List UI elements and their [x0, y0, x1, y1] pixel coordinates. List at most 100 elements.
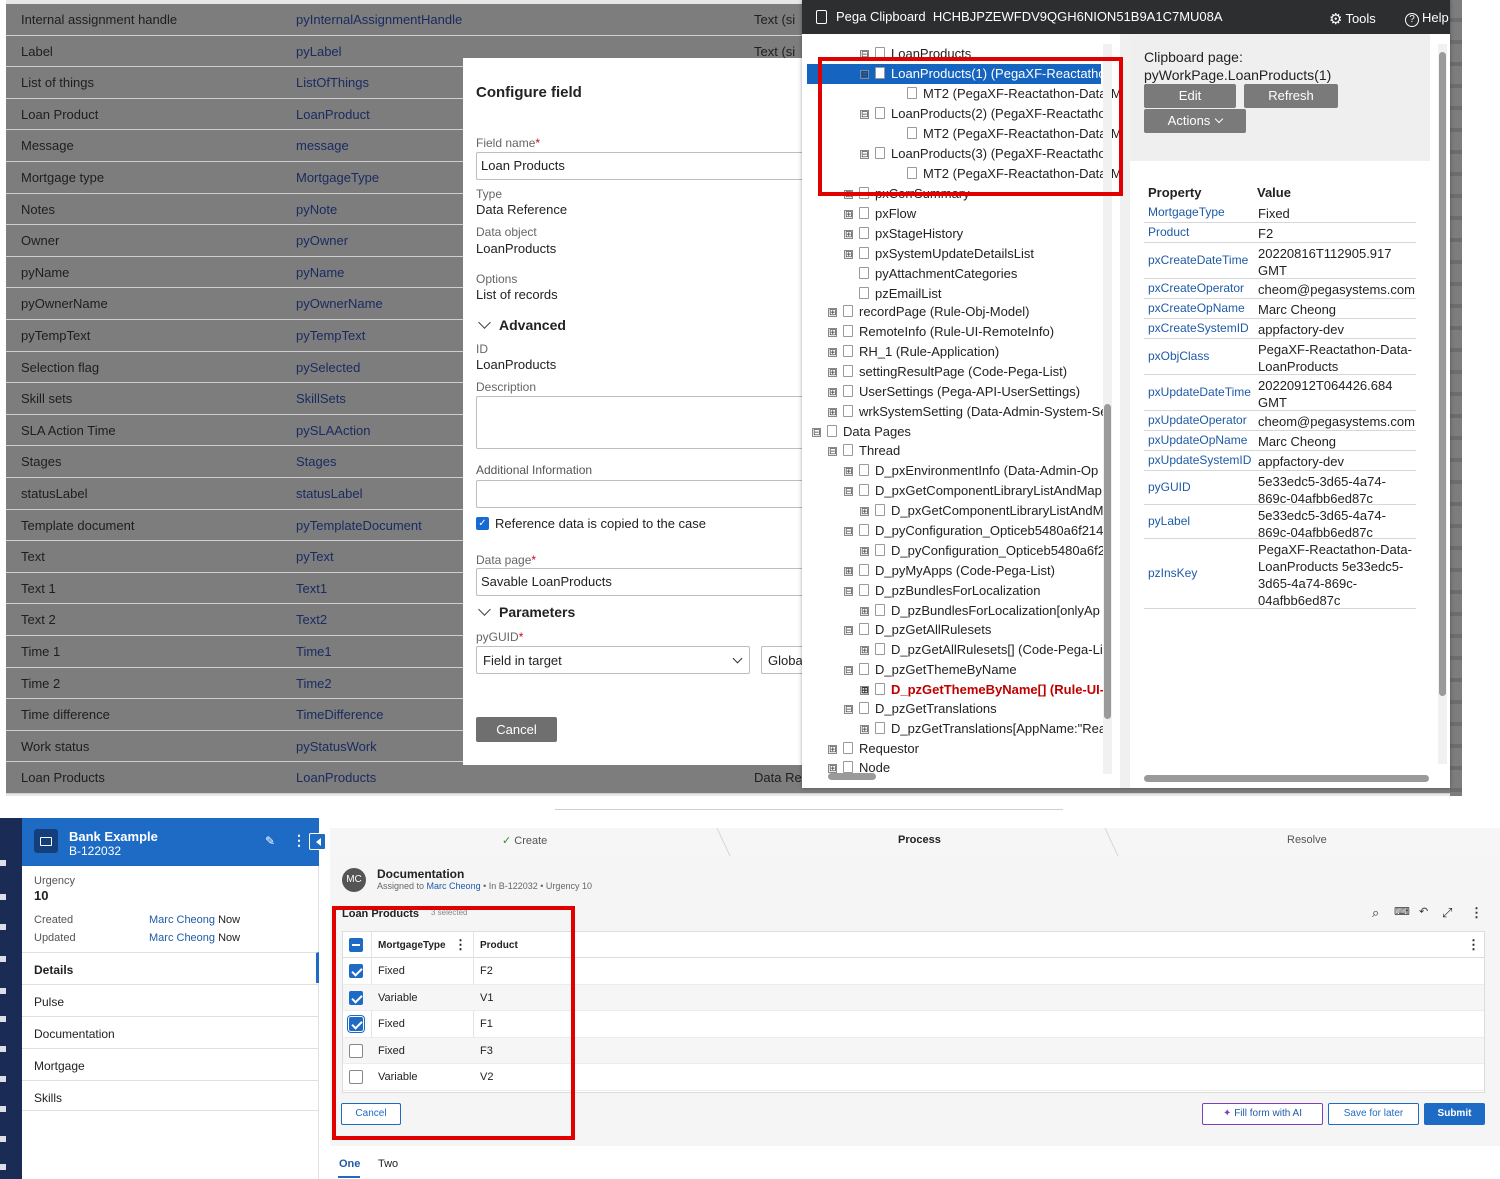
additional-info-input[interactable] [476, 480, 808, 508]
property-key-link[interactable]: Product [1148, 225, 1189, 239]
property-key-link[interactable]: pzInsKey [1148, 566, 1197, 580]
expand-toggle-icon[interactable]: ⊟ [844, 666, 853, 675]
nav-rail-icon[interactable] [0, 988, 6, 994]
field-id-link[interactable]: pyLabel [296, 44, 342, 59]
field-name-input[interactable]: Loan Products [476, 152, 808, 180]
field-id-link[interactable]: pySLAAction [296, 423, 370, 438]
nav-rail-icon[interactable] [0, 956, 6, 962]
assignee-link[interactable]: Marc Cheong [427, 881, 481, 891]
grid-icon[interactable] [0, 1106, 6, 1112]
reference-copied-checkbox[interactable]: ✓ [476, 517, 489, 530]
tree-node[interactable]: ⊟ D_pxGetComponentLibraryListAndMap [844, 481, 1102, 501]
tree-node[interactable]: ⊞ RemoteInfo (Rule-UI-RemoteInfo) [828, 322, 1054, 342]
property-key-link[interactable]: pxUpdateSystemID [1148, 453, 1251, 467]
nav-rail-icon[interactable] [0, 860, 6, 866]
nav-rail-icon[interactable] [0, 894, 6, 900]
expand-toggle-icon[interactable]: ⊞ [828, 308, 837, 317]
edit-button[interactable]: Edit [1144, 84, 1236, 108]
nav-documentation[interactable]: Documentation [22, 1016, 319, 1047]
field-id-link[interactable]: MortgageType [296, 170, 379, 185]
tree-node[interactable]: ⊞ pxSystemUpdateDetailsList [844, 244, 1034, 264]
field-id-link[interactable]: Time1 [296, 644, 332, 659]
home-icon[interactable] [0, 1016, 6, 1022]
field-id-link[interactable]: statusLabel [296, 486, 363, 501]
field-id-link[interactable]: pyStatusWork [296, 739, 377, 754]
pyguid-select[interactable]: Field in target [476, 646, 750, 674]
nav-skills[interactable]: Skills [22, 1080, 319, 1111]
tree-node[interactable]: pyAttachmentCategories [844, 264, 1017, 284]
search-icon[interactable]: ⌕ [1372, 905, 1379, 921]
tree-node[interactable]: ⊞ pxStageHistory [844, 224, 963, 244]
expand-toggle-icon[interactable]: ⊞ [844, 230, 853, 239]
tree-node[interactable]: ⊞ D_pzGetThemeByName[] (Rule-UI- [860, 680, 1104, 700]
tree-node[interactable]: ⊟ D_pzGetTranslations [844, 699, 997, 719]
global-select[interactable]: Globa [761, 646, 808, 674]
tree-node[interactable]: ⊞ wrkSystemSetting (Data-Admin-System-Se [828, 402, 1108, 422]
property-key-link[interactable]: MortgageType [1148, 205, 1225, 219]
parameters-section-toggle[interactable]: Parameters [476, 603, 575, 620]
tree-node[interactable]: ⊞ D_pxEnvironmentInfo (Data-Admin-Op [844, 461, 1098, 481]
tree-node[interactable]: ⊞ recordPage (Rule-Obj-Model) [828, 302, 1030, 322]
stage-resolve[interactable]: Resolve [1287, 834, 1327, 846]
tree-node[interactable]: ⊟ D_pyConfiguration_Opticeb5480a6f214 [844, 521, 1103, 541]
field-id-link[interactable]: pyOwner [296, 233, 348, 248]
expand-toggle-icon[interactable]: ⊞ [828, 328, 837, 337]
search-icon[interactable] [0, 1076, 6, 1082]
field-id-link[interactable]: TimeDifference [296, 707, 383, 722]
expand-toggle-icon[interactable]: ⊞ [844, 567, 853, 576]
expand-toggle-icon[interactable]: ⊞ [828, 408, 837, 417]
tree-node[interactable]: ⊞ Requestor [828, 739, 919, 759]
tab-one[interactable]: One [339, 1158, 360, 1170]
props-scroll-thumb[interactable] [1439, 52, 1446, 696]
property-key-link[interactable]: pxCreateSystemID [1148, 321, 1249, 335]
keyboard-icon[interactable]: ⌨ [1394, 905, 1410, 918]
submit-button[interactable]: Submit [1424, 1103, 1485, 1125]
stage-create[interactable]: ✓ Create [502, 834, 547, 847]
tree-scroll-thumb[interactable] [1104, 404, 1111, 719]
tree-node[interactable]: ⊞ RH_1 (Rule-Application) [828, 342, 999, 362]
tree-node[interactable]: ⊟ D_pzBundlesForLocalization [844, 581, 1040, 601]
expand-toggle-icon[interactable]: ⊟ [844, 487, 853, 496]
tools-menu[interactable]: ⚙ Tools [1329, 10, 1376, 28]
tree-hscroll-thumb[interactable] [828, 773, 876, 780]
field-id-link[interactable]: ListOfThings [296, 75, 369, 90]
stage-process[interactable]: Process [898, 834, 941, 846]
expand-toggle-icon[interactable]: ⊞ [860, 547, 869, 556]
cancel-button[interactable]: Cancel [476, 717, 557, 742]
field-id-link[interactable]: LoanProducts [296, 770, 376, 785]
property-key-link[interactable]: pyGUID [1148, 480, 1191, 494]
help-menu[interactable]: ? Help [1405, 10, 1449, 27]
expand-toggle-icon[interactable]: ⊞ [828, 764, 837, 773]
expand-toggle-icon[interactable]: ⊞ [860, 507, 869, 516]
expand-toggle-icon[interactable]: ⊟ [828, 447, 837, 456]
advanced-section-toggle[interactable]: Advanced [476, 316, 566, 333]
expand-icon[interactable]: ⤢ [1442, 905, 1452, 921]
tree-node[interactable]: ⊞ D_pyMyApps (Code-Pega-List) [844, 561, 1055, 581]
expand-toggle-icon[interactable]: ⊞ [860, 646, 869, 655]
property-key-link[interactable]: pxCreateOperator [1148, 281, 1244, 295]
field-id-link[interactable]: Time2 [296, 676, 332, 691]
save-for-later-button[interactable]: Save for later [1328, 1103, 1419, 1125]
tree-node[interactable]: ⊞ UserSettings (Pega-API-UserSettings) [828, 382, 1080, 402]
nav-rail-icon[interactable] [0, 1164, 6, 1170]
tree-node[interactable]: ⊞ D_pyConfiguration_Opticeb5480a6f2 [860, 541, 1105, 561]
field-id-link[interactable]: pyText [296, 549, 334, 564]
tree-node[interactable]: ⊟ Thread [828, 441, 900, 461]
home-icon[interactable] [0, 1046, 6, 1052]
tree-node[interactable]: ⊟ D_pzGetAllRulesets [844, 620, 991, 640]
pencil-icon[interactable]: ✎ [265, 834, 275, 848]
tree-node[interactable]: ⊞ D_pzGetTranslations[AppName:"Rea [860, 719, 1106, 739]
expand-toggle-icon[interactable]: ⊟ [812, 428, 821, 437]
expand-toggle-icon[interactable]: ⊞ [860, 725, 869, 734]
field-id-link[interactable]: LoanProduct [296, 107, 370, 122]
property-key-link[interactable]: pxCreateDateTime [1148, 253, 1248, 267]
property-key-link[interactable]: pxCreateOpName [1148, 301, 1245, 315]
tree-node[interactable]: ⊞ settingResultPage (Code-Pega-List) [828, 362, 1067, 382]
nav-pulse[interactable]: Pulse [22, 984, 319, 1015]
expand-toggle-icon[interactable]: ⊟ [844, 705, 853, 714]
collapse-pane-button[interactable] [309, 833, 326, 850]
field-id-link[interactable]: pyInternalAssignmentHandle [296, 12, 462, 27]
created-by[interactable]: Marc Cheong Now [149, 914, 240, 926]
tab-two[interactable]: Two [378, 1158, 398, 1170]
tree-node[interactable]: ⊟ Data Pages [812, 422, 911, 442]
